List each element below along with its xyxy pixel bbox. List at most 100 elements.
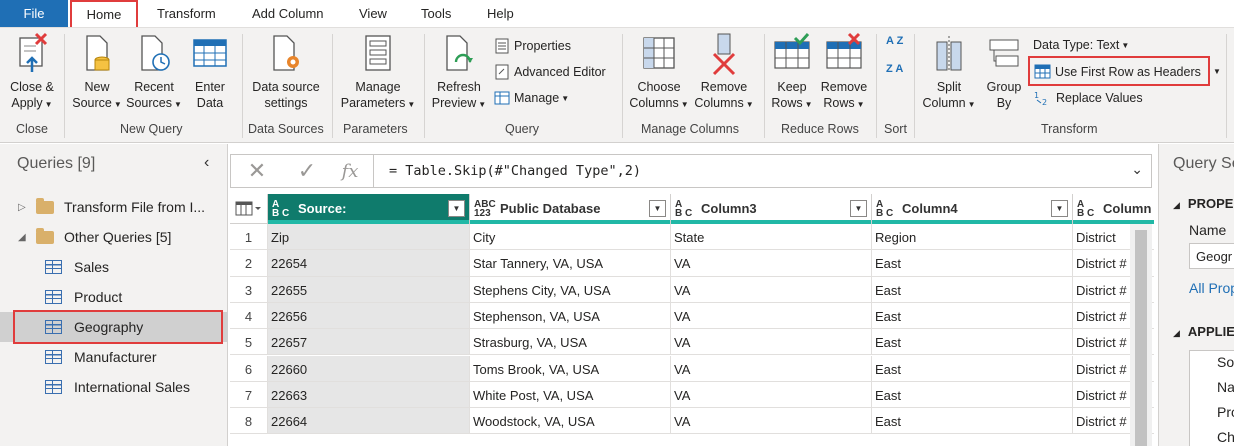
table-cell[interactable]: VA [671, 355, 872, 382]
sort-descending-button[interactable]: Z A [886, 64, 903, 75]
row-number[interactable]: 5 [230, 329, 268, 356]
manage-button[interactable]: Manage ▼ [494, 90, 569, 106]
table-cell[interactable]: White Post, VA, USA [470, 381, 671, 409]
expand-formula-icon[interactable]: ⌄ [1131, 161, 1143, 178]
table-cell[interactable]: Star Tannery, VA, USA [470, 250, 671, 277]
choose-columns-button[interactable]: Choose Columns ▼ [628, 32, 690, 113]
table-cell[interactable]: Zip [268, 224, 470, 251]
query-folder-transform-file[interactable]: ▷ Transform File from I... [0, 192, 228, 222]
table-cell[interactable]: East [872, 408, 1073, 435]
query-item-manufacturer[interactable]: Manufacturer [0, 342, 228, 372]
row-number[interactable]: 7 [230, 381, 268, 409]
table-cell[interactable]: East [872, 302, 1073, 330]
column-header[interactable]: AB C Column3 ▼ [671, 194, 872, 224]
table-cell[interactable]: Stephenson, VA, USA [470, 302, 671, 330]
properties-section[interactable]: ◢ PROPE [1173, 196, 1233, 211]
table-cell[interactable]: 22654 [268, 250, 470, 277]
table-cell[interactable]: East [872, 329, 1073, 356]
tab-transform[interactable]: Transform [157, 0, 216, 27]
properties-button[interactable]: Properties [494, 38, 571, 54]
query-folder-other-queries[interactable]: ◢ Other Queries [5] [0, 222, 228, 252]
table-cell[interactable]: 22663 [268, 381, 470, 409]
row-number[interactable]: 1 [230, 224, 268, 251]
sort-ascending-button[interactable]: A Z [886, 36, 903, 47]
tab-add-column[interactable]: Add Column [252, 0, 324, 27]
column-type-icon[interactable]: AB C [272, 200, 289, 219]
recent-sources-button[interactable]: Recent Sources ▼ [126, 32, 182, 113]
table-cell[interactable]: 22664 [268, 408, 470, 435]
cancel-formula-button[interactable]: ✕ [241, 155, 273, 187]
table-cell[interactable]: 22656 [268, 302, 470, 330]
column-type-icon[interactable]: AB C [675, 200, 692, 219]
formula-input[interactable]: = Table.Skip(#"Changed Type",2) [389, 163, 641, 179]
applied-step[interactable]: So [1217, 354, 1234, 370]
tab-file[interactable]: File [0, 0, 68, 27]
split-column-button[interactable]: Split Column ▼ [920, 32, 978, 113]
use-first-row-dropdown-arrow[interactable]: ▼ [1211, 67, 1221, 76]
query-item-product[interactable]: Product [0, 282, 228, 312]
column-header[interactable]: AB C Column [1073, 194, 1154, 224]
new-source-button[interactable]: New Source ▼ [70, 32, 124, 113]
data-source-settings-button[interactable]: Data source settings [248, 32, 324, 111]
close-apply-button[interactable]: Close & Apply ▼ [6, 32, 58, 113]
table-cell[interactable]: VA [671, 408, 872, 435]
row-number[interactable]: 6 [230, 355, 268, 382]
table-cell[interactable]: VA [671, 276, 872, 303]
row-number[interactable]: 3 [230, 276, 268, 303]
column-header[interactable]: ABC 123 Public Database ▼ [470, 194, 671, 224]
manage-parameters-button[interactable]: Manage Parameters ▼ [336, 32, 420, 113]
remove-rows-button[interactable]: Remove Rows ▼ [818, 32, 870, 113]
fx-icon[interactable]: fx [333, 155, 367, 187]
table-cell[interactable]: 22660 [268, 355, 470, 382]
table-cell[interactable]: Stephens City, VA, USA [470, 276, 671, 303]
chevron-down-icon[interactable]: ◢ [18, 232, 32, 243]
tab-view[interactable]: View [359, 0, 387, 27]
applied-steps-section[interactable]: ◢ APPLIE [1173, 324, 1234, 339]
applied-step[interactable]: Ch [1217, 429, 1234, 445]
grid-corner-menu[interactable] [230, 194, 268, 224]
column-header[interactable]: AB C Column4 ▼ [872, 194, 1073, 224]
keep-rows-button[interactable]: Keep Rows ▼ [770, 32, 814, 113]
table-cell[interactable]: 22655 [268, 276, 470, 303]
column-filter-dropdown-icon[interactable]: ▼ [1051, 200, 1068, 217]
commit-formula-button[interactable]: ✓ [291, 155, 323, 187]
table-cell[interactable]: VA [671, 381, 872, 409]
column-header[interactable]: AB C Source: ▼ [268, 194, 470, 224]
collapse-pane-icon[interactable]: ‹ [204, 154, 209, 172]
query-name-input[interactable]: Geogr [1189, 243, 1234, 269]
chevron-right-icon[interactable]: ▷ [18, 202, 32, 213]
tab-help[interactable]: Help [487, 0, 514, 27]
table-cell[interactable]: 22657 [268, 329, 470, 356]
column-filter-dropdown-icon[interactable]: ▼ [448, 200, 465, 217]
column-filter-dropdown-icon[interactable]: ▼ [649, 200, 666, 217]
vertical-scrollbar[interactable] [1130, 224, 1152, 446]
all-properties-link[interactable]: All Prop [1189, 280, 1234, 296]
table-cell[interactable]: VA [671, 302, 872, 330]
table-cell[interactable]: VA [671, 250, 872, 277]
enter-data-button[interactable]: Enter Data [186, 32, 234, 111]
row-number[interactable]: 8 [230, 408, 268, 435]
replace-values-button[interactable]: 12 Replace Values [1034, 90, 1143, 106]
table-cell[interactable]: VA [671, 329, 872, 356]
table-cell[interactable]: Strasburg, VA, USA [470, 329, 671, 356]
applied-step[interactable]: Pro [1217, 404, 1234, 420]
table-cell[interactable]: Toms Brook, VA, USA [470, 355, 671, 382]
table-cell[interactable]: State [671, 224, 872, 251]
applied-step[interactable]: Na [1217, 379, 1234, 395]
table-cell[interactable]: East [872, 355, 1073, 382]
column-type-icon[interactable]: ABC 123 [474, 200, 496, 219]
scrollbar-thumb[interactable] [1135, 230, 1147, 446]
table-cell[interactable]: Woodstock, VA, USA [470, 408, 671, 435]
column-type-icon[interactable]: AB C [876, 200, 893, 219]
query-item-sales[interactable]: Sales [0, 252, 228, 282]
tab-home[interactable]: Home [70, 0, 138, 27]
group-by-button[interactable]: Group By [982, 32, 1026, 111]
row-number[interactable]: 4 [230, 302, 268, 330]
advanced-editor-button[interactable]: Advanced Editor [494, 64, 606, 80]
table-cell[interactable]: East [872, 250, 1073, 277]
table-cell[interactable]: Region [872, 224, 1073, 251]
tab-tools[interactable]: Tools [421, 0, 451, 27]
table-cell[interactable]: City [470, 224, 671, 251]
remove-columns-button[interactable]: Remove Columns ▼ [692, 32, 756, 113]
table-cell[interactable]: East [872, 381, 1073, 409]
